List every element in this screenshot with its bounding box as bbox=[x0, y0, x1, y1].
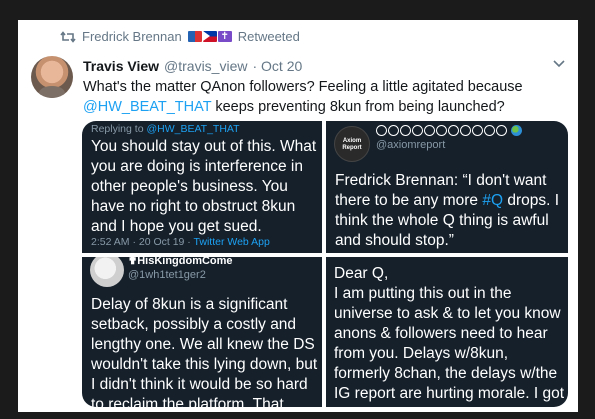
flag-emojis: ✝ bbox=[187, 31, 232, 42]
media-grid: Replying to @HW_BEAT_THAT You should sta… bbox=[82, 121, 568, 407]
philippines-flag-icon bbox=[202, 31, 217, 42]
tweet-text: What's the matter QAnon followers? Feeli… bbox=[83, 77, 563, 117]
chevron-down-icon[interactable] bbox=[552, 56, 566, 70]
retweet-header: Fredrick Brennan ✝ Retweeted bbox=[60, 29, 300, 44]
tweet-text-part: What's the matter QAnon followers? Feeli… bbox=[83, 79, 523, 95]
reply-line: Replying to @HW_BEAT_THAT bbox=[91, 123, 240, 135]
tweet-card: Fredrick Brennan ✝ Retweeted Travis View… bbox=[18, 20, 578, 412]
retweeted-label: Retweeted bbox=[237, 29, 300, 44]
circled-name-glyphs bbox=[376, 125, 507, 136]
screenshot-text: You should stay out of this. What you ar… bbox=[91, 138, 317, 235]
screenshot-handle: @1wh1tet1ger2 bbox=[128, 269, 206, 281]
display-name: ✟HisKingdomCome bbox=[128, 257, 233, 267]
cross-icon: ✝ bbox=[217, 31, 232, 42]
tweet-text-part: keeps preventing 8kun from being launche… bbox=[211, 99, 505, 115]
image-top-right[interactable]: Axiom Report @axiomreport Fredrick Brenn… bbox=[326, 121, 568, 253]
axiom-logo: Axiom Report bbox=[334, 126, 370, 162]
hashtag: #Q bbox=[482, 192, 504, 209]
retweeter-name[interactable]: Fredrick Brennan bbox=[82, 29, 182, 44]
image-bottom-right[interactable]: Dear Q, I am putting this out in the uni… bbox=[326, 257, 568, 407]
tweet-date[interactable]: · Oct 20 bbox=[252, 58, 302, 74]
timestamp: 2:52 AM · 20 Oct 19 · bbox=[91, 236, 194, 248]
reply-prefix: Replying to bbox=[91, 123, 147, 135]
mention-link[interactable]: @HW_BEAT_THAT bbox=[83, 99, 211, 115]
tweet-header: Travis View @travis_view · Oct 20 bbox=[83, 58, 302, 74]
tweet-meta: 2:52 AM · 20 Oct 19 · Twitter Web App bbox=[91, 236, 270, 248]
avatar[interactable] bbox=[31, 56, 73, 98]
screenshot-text: Dear Q, I am putting this out in the uni… bbox=[334, 265, 565, 407]
flag-icon bbox=[187, 31, 202, 42]
globe-icon bbox=[511, 125, 522, 136]
retweet-icon bbox=[60, 30, 76, 43]
avatar bbox=[90, 257, 124, 287]
screenshot-text: Fredrick Brennan: “I don't want there to… bbox=[335, 171, 565, 251]
screenshot-handle: @axiomreport bbox=[376, 139, 446, 151]
display-name bbox=[376, 125, 522, 136]
author-name[interactable]: Travis View bbox=[83, 58, 159, 74]
image-bottom-left[interactable]: ✟HisKingdomCome @1wh1tet1ger2 Delay of 8… bbox=[82, 257, 322, 407]
reply-mention: @HW_BEAT_THAT bbox=[146, 123, 240, 135]
author-handle[interactable]: @travis_view bbox=[164, 58, 247, 74]
image-top-left[interactable]: Replying to @HW_BEAT_THAT You should sta… bbox=[82, 121, 322, 253]
source-app: Twitter Web App bbox=[193, 236, 270, 248]
screenshot-text: Delay of 8kun is a significant setback, … bbox=[91, 296, 318, 407]
